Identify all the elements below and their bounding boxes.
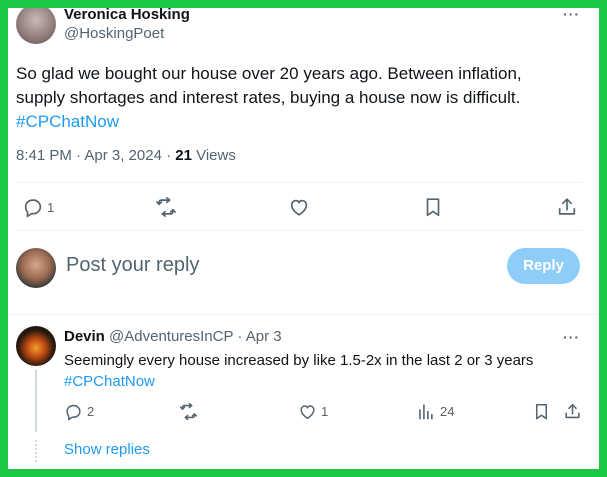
thread-line-dotted: [35, 440, 37, 462]
reply-views-count: 24: [440, 404, 455, 419]
bookmark-icon: [422, 196, 444, 218]
post-detail-frame: Veronica Hosking @HoskingPoet ··· So gla…: [0, 0, 607, 477]
views-label: Views: [191, 147, 236, 164]
author-handle[interactable]: @HoskingPoet: [64, 25, 164, 42]
tweet-text-line-2: supply shortages and interest rates, buy…: [16, 88, 521, 107]
bookmark-action[interactable]: [422, 196, 444, 218]
repost-icon: [155, 196, 177, 218]
tweet-meta: 8:41 PM · Apr 3, 2024 · 21 Views: [16, 147, 236, 164]
reply-hashtag-link[interactable]: #CPChatNow: [64, 371, 584, 392]
reply-separator: ·: [237, 328, 243, 345]
reply-reply-count: 2: [87, 404, 95, 419]
reply-text: Seemingly every house increased by like …: [64, 350, 584, 392]
reply-views-action[interactable]: 24: [416, 402, 454, 421]
repost-icon: [179, 402, 198, 421]
reply-count: 1: [47, 199, 55, 215]
like-icon: [288, 196, 310, 218]
author-avatar[interactable]: [16, 8, 56, 44]
reply-author-handle[interactable]: @AdventuresInCP: [109, 328, 233, 345]
author-name[interactable]: Veronica Hosking: [64, 8, 190, 23]
reply-like-count: 1: [321, 404, 329, 419]
share-icon: [556, 196, 578, 218]
reply-author-avatar[interactable]: [16, 326, 56, 366]
reply-bookmark-action[interactable]: [532, 402, 551, 421]
reply-more-options-icon[interactable]: ···: [563, 329, 580, 345]
share-icon: [563, 402, 582, 421]
reply-icon: [64, 402, 83, 421]
tweet-text-line-1: So glad we bought our house over 20 year…: [16, 64, 522, 83]
reply-button[interactable]: Reply: [507, 248, 580, 284]
tweet-text: So glad we bought our house over 20 year…: [16, 62, 586, 134]
divider: [16, 182, 582, 183]
views-icon: [416, 402, 435, 421]
reply-text-body: Seemingly every house increased by like …: [64, 352, 534, 369]
divider: [16, 230, 582, 231]
more-options-icon[interactable]: ···: [563, 8, 580, 22]
reply-repost-action[interactable]: [179, 402, 198, 421]
reply-date[interactable]: Apr 3: [246, 328, 282, 345]
reply-action[interactable]: 1: [22, 196, 54, 218]
reply-author-name[interactable]: Devin: [64, 328, 105, 345]
reply-icon: [22, 196, 44, 218]
tweet-timestamp[interactable]: 8:41 PM · Apr 3, 2024 ·: [16, 147, 175, 164]
like-icon: [298, 402, 317, 421]
share-action[interactable]: [556, 196, 578, 218]
show-replies-link[interactable]: Show replies: [64, 441, 150, 458]
reply-reply-action[interactable]: 2: [64, 402, 94, 421]
reply-like-action[interactable]: 1: [298, 402, 328, 421]
current-user-avatar[interactable]: [16, 248, 56, 288]
reply-share-action[interactable]: [563, 402, 582, 421]
like-action[interactable]: [288, 196, 310, 218]
thread-line: [35, 370, 37, 432]
repost-action[interactable]: [155, 196, 177, 218]
reply-input[interactable]: Post your reply: [66, 254, 199, 277]
tweet-hashtag-link[interactable]: #CPChatNow: [16, 110, 586, 134]
views-count: 21: [175, 147, 192, 164]
bookmark-icon: [532, 402, 551, 421]
divider: [8, 314, 599, 315]
reply-header: Devin @AdventuresInCP · Apr 3: [64, 328, 282, 345]
